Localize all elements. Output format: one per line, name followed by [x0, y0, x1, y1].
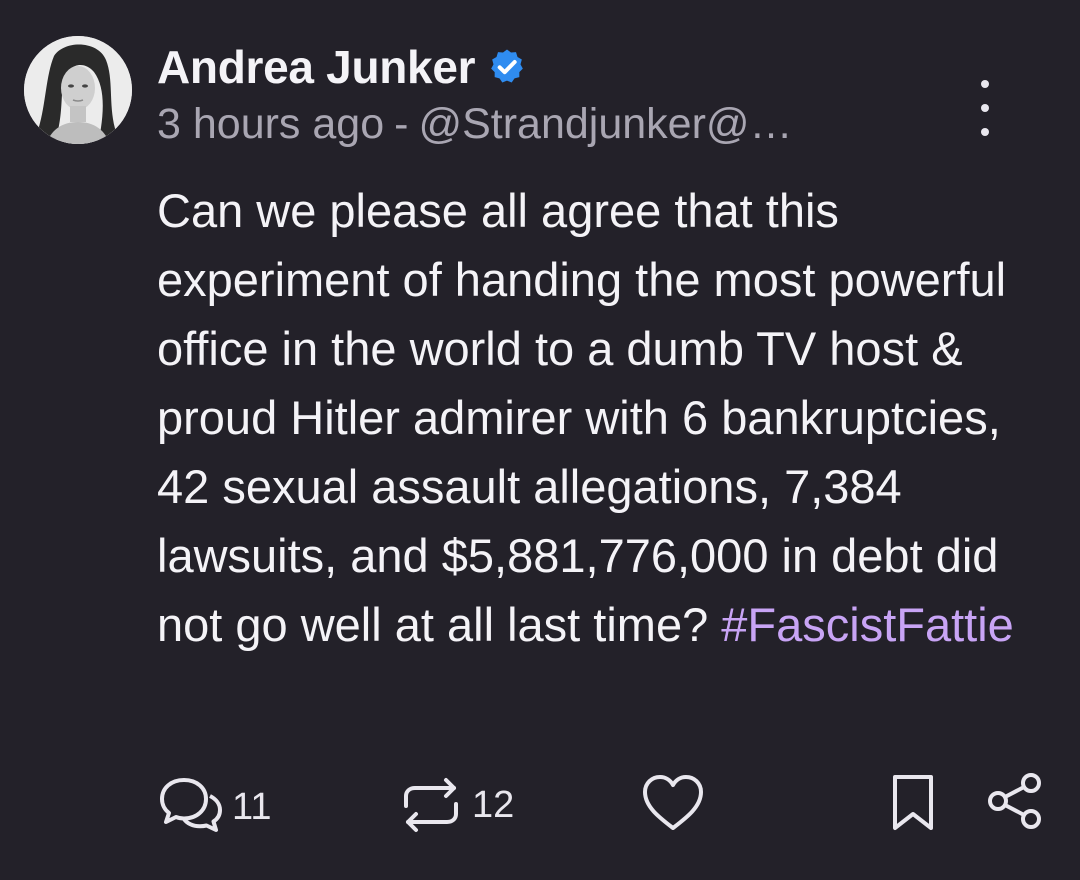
hashtag-link[interactable]: #FascistFattie — [721, 598, 1014, 651]
author-handle[interactable]: @Strandjunker@… — [418, 100, 792, 149]
avatar-image — [24, 36, 132, 144]
like-button[interactable] — [640, 772, 706, 834]
more-vertical-icon — [981, 80, 989, 88]
boost-count: 12 — [472, 783, 515, 826]
bookmark-icon — [893, 775, 933, 830]
post-meta: 3 hours ago - @Strandjunker@… — [157, 100, 960, 149]
boost-icon — [404, 778, 458, 832]
verified-badge-icon — [487, 47, 527, 87]
author-display-name[interactable]: Andrea Junker — [157, 40, 476, 94]
avatar[interactable] — [24, 36, 132, 144]
post-content: Can we please all agree that this experi… — [157, 176, 1047, 659]
heart-icon — [643, 775, 703, 830]
post-card: Andrea Junker 3 hours ago - @Strandjunke… — [0, 0, 1080, 880]
post-timestamp[interactable]: 3 hours ago — [157, 100, 384, 149]
reply-count: 11 — [232, 785, 272, 828]
author-row: Andrea Junker — [157, 38, 960, 96]
more-options-button[interactable] — [963, 80, 1007, 136]
reply-icon — [160, 778, 222, 832]
meta-separator: - — [394, 100, 409, 148]
share-icon — [988, 773, 1041, 829]
share-button[interactable] — [984, 770, 1046, 832]
boost-button[interactable]: 12 — [398, 772, 514, 838]
bookmark-button[interactable] — [890, 772, 936, 834]
reply-button[interactable]: 11 — [158, 774, 271, 840]
post-text: Can we please all agree that this experi… — [157, 184, 1007, 651]
post-header: Andrea Junker 3 hours ago - @Strandjunke… — [157, 38, 960, 149]
post-actions: 11 12 — [0, 768, 1080, 838]
